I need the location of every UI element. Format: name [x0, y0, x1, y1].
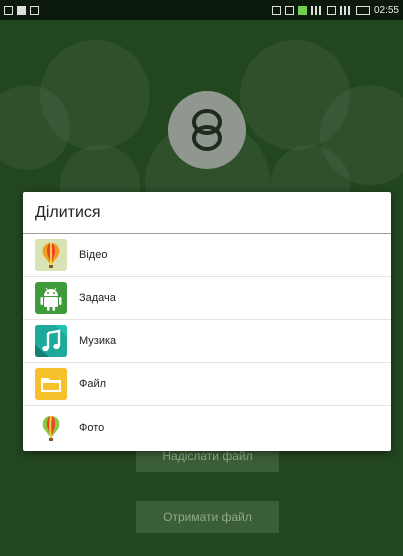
status-bar: 02:55 [0, 0, 403, 20]
file-notification-icon [17, 5, 26, 15]
share-item-label: Музика [79, 335, 117, 347]
share-item-video[interactable]: Відео [23, 234, 391, 277]
gallery-balloon-icon [35, 239, 67, 271]
share-item-label: Відео [79, 249, 108, 261]
music-note-icon [35, 325, 67, 357]
clock: 02:55 [373, 4, 399, 16]
sim1-icon [297, 5, 307, 15]
folder-icon [35, 368, 67, 400]
no-alarm-icon [284, 5, 294, 15]
share-item-file[interactable]: Файл [23, 363, 391, 406]
vibrate-icon [271, 5, 281, 15]
signal-icon [310, 5, 323, 15]
battery-icon [355, 5, 370, 15]
share-item-task[interactable]: Задача [23, 277, 391, 320]
gallery-balloon-icon [35, 411, 67, 444]
share-item-photo[interactable]: Фото [23, 406, 391, 449]
share-item-label: Задача [79, 292, 116, 304]
android-icon [35, 282, 67, 314]
share-target-list: Відео Задача Музика Файл Фото [23, 234, 391, 449]
share-item-label: Фото [79, 421, 105, 434]
message-notification-icon [30, 5, 39, 15]
signal2-icon [339, 5, 352, 15]
dialog-title: Ділитися [23, 192, 391, 234]
share-item-label: Файл [79, 378, 107, 390]
share-item-music[interactable]: Музика [23, 320, 391, 363]
sim2-icon [326, 5, 336, 15]
calendar-notification-icon [4, 5, 13, 15]
share-dialog: Ділитися Відео Задача Музика Файл Фото [23, 192, 391, 451]
